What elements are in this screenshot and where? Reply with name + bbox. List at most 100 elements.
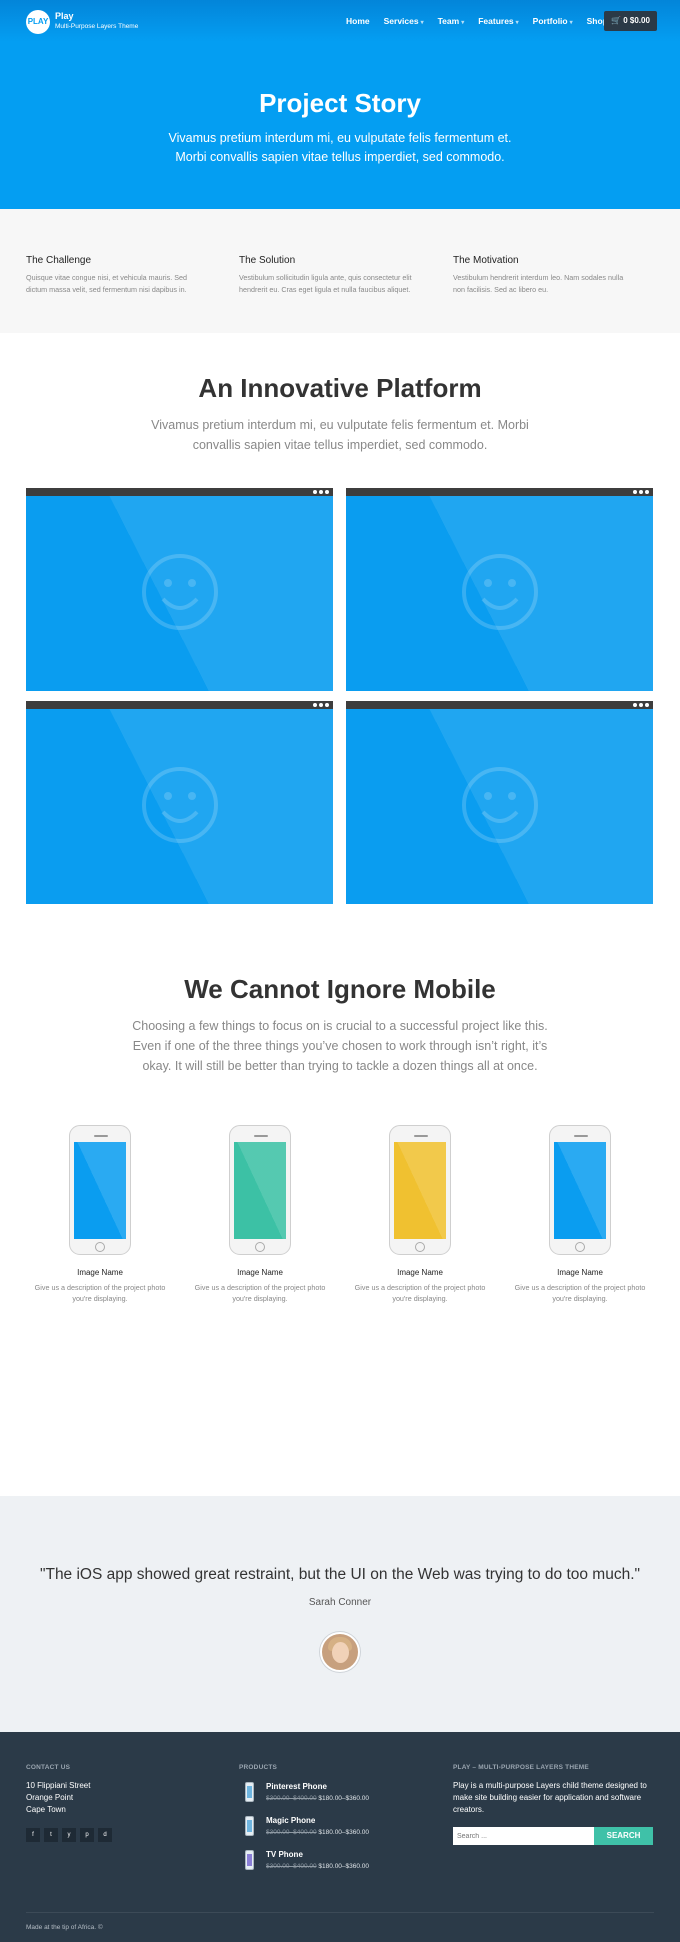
feature-motivation: The Motivation Vestibulum hendrerit inte… — [453, 255, 638, 296]
phone-mockup[interactable] — [69, 1125, 131, 1255]
nav-item-team[interactable]: Team ▾ — [438, 16, 465, 26]
platform-subtitle-line: Vivamus pretium interdum mi, eu vulputat… — [151, 418, 529, 432]
home-button-icon — [415, 1242, 425, 1252]
feature-text-line: non facilisis. Sed ac libero eu. — [453, 285, 549, 294]
avatar — [320, 1632, 360, 1672]
site-logo[interactable]: PLAY — [26, 10, 50, 34]
screen-glare — [394, 1142, 446, 1239]
phone-name: Image Name — [397, 1268, 443, 1277]
brand[interactable]: Play Multi-Purpose Layers Theme — [55, 11, 138, 30]
youtube-icon[interactable]: y — [62, 1828, 76, 1842]
feature-text: Vestibulum sollicitudin ligula ante, qui… — [239, 272, 424, 296]
products-heading: PRODUCTS — [239, 1764, 278, 1771]
platform-title: An Innovative Platform — [198, 373, 482, 403]
browser-mockup[interactable] — [346, 701, 653, 904]
mobile-subtitle-line: Even if one of the three things you’ve c… — [132, 1039, 548, 1053]
chevron-down-icon: ▾ — [569, 20, 573, 26]
nav-item-home[interactable]: Home — [346, 16, 370, 26]
smiley-placeholder-icon — [462, 767, 538, 843]
twitter-icon[interactable]: t — [44, 1828, 58, 1842]
product-price: $300.00–$400.00 $180.00–$360.00 — [266, 1863, 369, 1870]
feature-challenge: The Challenge Quisque vitae congue nisi,… — [26, 255, 211, 296]
search-button[interactable]: SEARCH — [594, 1827, 653, 1845]
phone-description-line: you're displaying. — [392, 1294, 448, 1303]
phone-name: Image Name — [557, 1268, 603, 1277]
nav-item-services[interactable]: Services ▾ — [384, 16, 424, 26]
feature-text-line: Quisque vitae congue nisi, et vehicula m… — [26, 273, 188, 282]
address-line: Cape Town — [26, 1805, 66, 1814]
browser-mockup[interactable] — [26, 701, 333, 904]
search-input[interactable] — [453, 1827, 594, 1845]
pinterest-icon[interactable]: p — [80, 1828, 94, 1842]
product-old-price: $300.00–$400.00 — [266, 1795, 317, 1802]
phone-description-line: you're displaying. — [72, 1294, 128, 1303]
mobile-subtitle-line: Choosing a few things to focus on is cru… — [132, 1019, 548, 1033]
main-nav: Home Services ▾ Team ▾ Features ▾ Portfolio… — [346, 16, 627, 26]
phone-speaker — [94, 1135, 108, 1137]
screen-glare — [234, 1142, 286, 1239]
contact-heading: CONTACT US — [26, 1764, 71, 1771]
phone-description-line: Give us a description of the project pho… — [354, 1283, 486, 1292]
product-thumbnail — [245, 1816, 254, 1836]
phone-description: Give us a description of the project pho… — [350, 1282, 490, 1304]
testimonial-section: "The iOS app showed great restraint, but… — [0, 1496, 680, 1732]
address-line: Orange Point — [26, 1793, 74, 1802]
window-dots-icon — [313, 703, 329, 707]
phone-mockup[interactable] — [389, 1125, 451, 1255]
about-heading: PLAY – MULTI-PURPOSE LAYERS THEME — [453, 1764, 589, 1771]
browser-mockup[interactable] — [26, 488, 333, 691]
hero-subtitle: Vivamus pretium interdum mi, eu vulputat… — [0, 129, 680, 167]
phone-speaker — [414, 1135, 428, 1137]
home-button-icon — [95, 1242, 105, 1252]
site-footer: CONTACT US 10 Flippiani Street Orange Po… — [0, 1732, 680, 1942]
mobile-section: We Cannot Ignore Mobile Choosing a few t… — [0, 936, 680, 1496]
phone-mockup[interactable] — [229, 1125, 291, 1255]
nav-label: Team — [437, 16, 460, 26]
phone-screen — [74, 1142, 126, 1239]
phone-name: Image Name — [237, 1268, 283, 1277]
home-button-icon — [255, 1242, 265, 1252]
phone-screen — [394, 1142, 446, 1239]
window-dots-icon — [313, 490, 329, 494]
nav-item-portfolio[interactable]: Portfolio ▾ — [533, 16, 573, 26]
screen-glare — [74, 1142, 126, 1239]
screen-glare — [554, 1142, 606, 1239]
top-navigation-bar: PLAY Play Multi-Purpose Layers Theme Hom… — [0, 0, 680, 42]
product-price: $300.00–$400.00 $180.00–$360.00 — [266, 1829, 369, 1836]
browser-mockup[interactable] — [346, 488, 653, 691]
nav-label: Features — [478, 16, 514, 26]
features-section: The Challenge Quisque vitae congue nisi,… — [0, 209, 680, 333]
home-button-icon — [575, 1242, 585, 1252]
browser-titlebar — [346, 701, 653, 709]
hero-title: Project Story — [259, 88, 421, 118]
cart-icon: 🛒 — [611, 16, 621, 25]
nav-item-features[interactable]: Features ▾ — [478, 16, 518, 26]
smiley-placeholder-icon — [462, 554, 538, 630]
phone-screen — [554, 1142, 606, 1239]
feature-text: Quisque vitae congue nisi, et vehicula m… — [26, 272, 211, 296]
chevron-down-icon: ▾ — [420, 20, 424, 26]
facebook-icon[interactable]: f — [26, 1828, 40, 1842]
feature-text: Vestibulum hendrerit interdum leo. Nam s… — [453, 272, 638, 296]
feature-text-line: hendrerit eu. Cras eget ligula et nulla … — [239, 285, 411, 294]
chevron-down-icon: ▾ — [515, 20, 519, 26]
nav-label: Portfolio — [532, 16, 568, 26]
platform-subtitle: Vivamus pretium interdum mi, eu vulputat… — [90, 415, 590, 455]
product-thumbnail — [245, 1782, 254, 1802]
phone-speaker — [574, 1135, 588, 1137]
cart-button[interactable]: 🛒 0 $0.00 — [604, 11, 657, 31]
footer-divider — [26, 1912, 654, 1913]
product-old-price: $300.00–$400.00 — [266, 1863, 317, 1870]
window-dots-icon — [633, 703, 649, 707]
feature-title: The Solution — [239, 255, 296, 266]
phone-description-line: Give us a description of the project pho… — [34, 1283, 166, 1292]
dribbble-icon[interactable]: d — [98, 1828, 112, 1842]
phone-screen — [234, 1142, 286, 1239]
hero-section: PLAY Play Multi-Purpose Layers Theme Hom… — [0, 0, 680, 209]
product-price: $300.00–$400.00 $180.00–$360.00 — [266, 1795, 369, 1802]
phone-name: Image Name — [77, 1268, 123, 1277]
phone-mockup[interactable] — [549, 1125, 611, 1255]
smiley-placeholder-icon — [142, 554, 218, 630]
cart-total: $0.00 — [629, 16, 650, 25]
product-old-price: $300.00–$400.00 — [266, 1829, 317, 1836]
